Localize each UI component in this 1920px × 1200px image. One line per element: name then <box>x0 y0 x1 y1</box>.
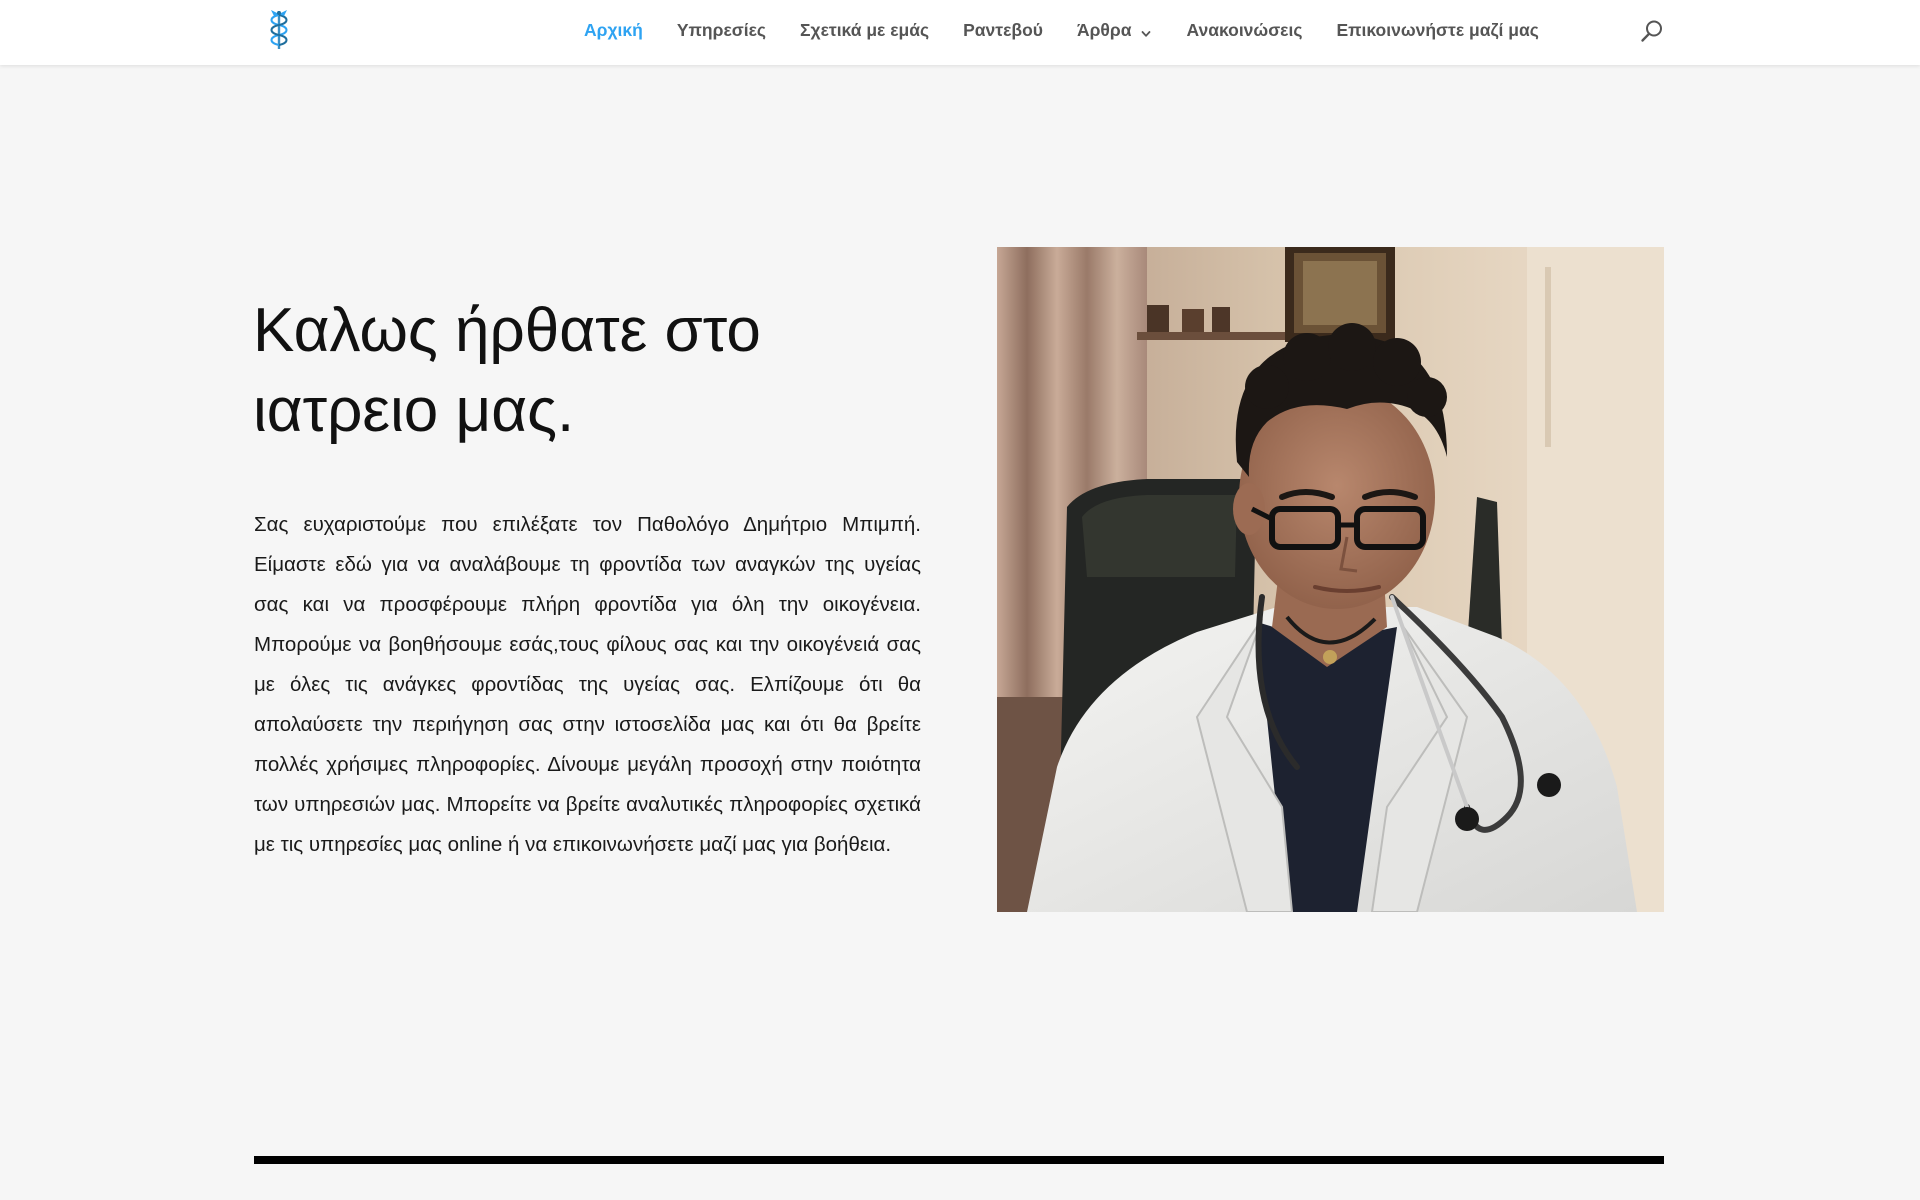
nav-item-appointment[interactable]: Ραντεβού <box>963 20 1043 41</box>
nav-item-label: Επικοινωνήστε μαζί μας <box>1336 19 1539 40</box>
nav-item-label: Σχετικά με εμάς <box>800 19 930 40</box>
section-divider <box>254 1156 1664 1164</box>
nav-item-label: Αρχική <box>584 19 643 40</box>
caduceus-logo-icon[interactable] <box>265 9 293 51</box>
nav-item-label: Υπηρεσίες <box>676 19 766 40</box>
main-nav: Αρχική Υπηρεσίες Σχετικά με εμάς Ραντεβο… <box>584 0 1539 60</box>
nav-item-home[interactable]: Αρχική <box>584 20 643 41</box>
site-header: Αρχική Υπηρεσίες Σχετικά με εμάς Ραντεβο… <box>0 0 1920 65</box>
nav-item-label: Άρθρα <box>1076 19 1132 40</box>
nav-item-label: Ανακοινώσεις <box>1186 19 1303 40</box>
nav-item-articles[interactable]: Άρθρα <box>1077 20 1153 41</box>
chevron-down-icon <box>1140 24 1152 37</box>
page-title-line-2: ιατρειο μας. <box>253 376 575 445</box>
nav-item-announcements[interactable]: Ανακοινώσεις <box>1186 20 1302 41</box>
nav-item-contact[interactable]: Επικοινωνήστε μαζί μας <box>1336 20 1538 41</box>
nav-item-services[interactable]: Υπηρεσίες <box>677 20 766 41</box>
doctor-photo <box>997 247 1664 912</box>
page-title-line-1: Καλως ήρθατε στο <box>253 296 761 365</box>
welcome-paragraph: Σας ευχαριστούμε που επιλέξατε τον Παθολ… <box>254 513 921 856</box>
page-title: Καλως ήρθατε στο ιατρειο μας. <box>253 291 893 451</box>
nav-item-about[interactable]: Σχετικά με εμάς <box>800 20 929 41</box>
nav-item-label: Ραντεβού <box>963 19 1043 40</box>
search-icon[interactable] <box>1640 19 1664 43</box>
